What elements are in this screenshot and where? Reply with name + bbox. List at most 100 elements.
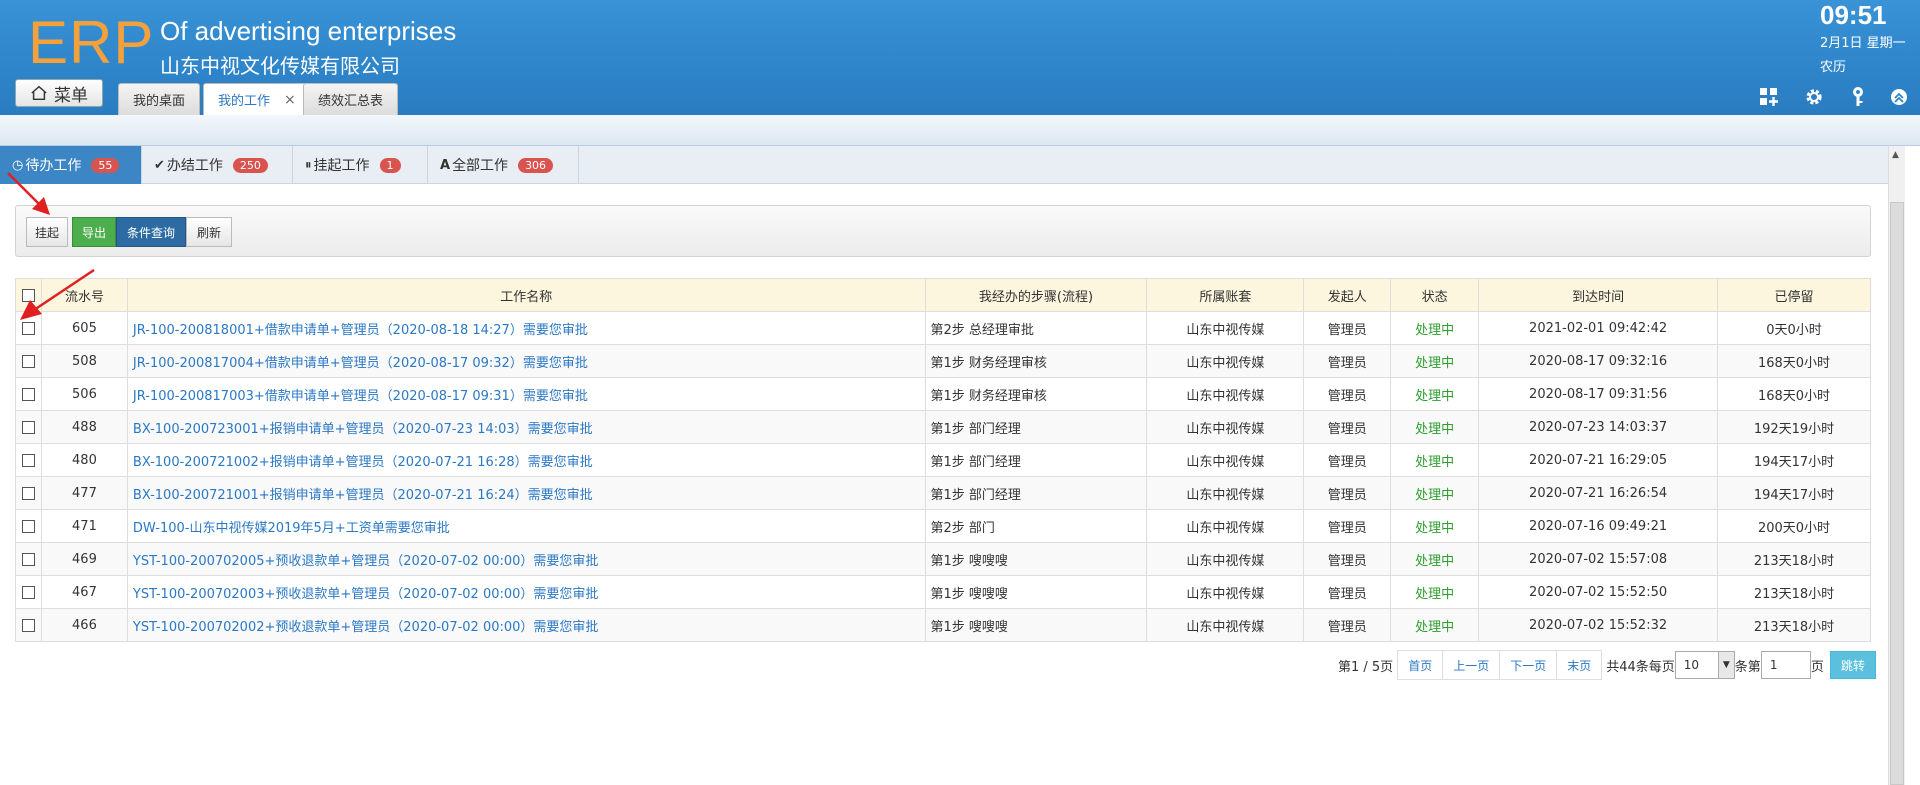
step-cell: 第1步 部门经理 — [924, 476, 1148, 510]
column-header[interactable]: 发起人 — [1303, 278, 1392, 312]
prev-page-button[interactable]: 上一页 — [1442, 650, 1501, 680]
table-row[interactable]: 467 YST-100-200702003+预收退款单+管理员（2020-07-0… — [15, 575, 1871, 609]
total-label: 共44条每页 — [1606, 659, 1675, 675]
row-checkbox[interactable] — [21, 618, 35, 632]
key-icon[interactable] — [1847, 86, 1869, 108]
go-button[interactable]: 跳转 — [1829, 651, 1876, 679]
table-row[interactable]: 477 BX-100-200721001+报销申请单+管理员（2020-07-21… — [15, 476, 1871, 510]
stay-duration-cell: 194天17小时 — [1717, 476, 1871, 510]
row-checkbox[interactable] — [21, 585, 35, 599]
column-header[interactable]: 我经办的步骤(流程) — [924, 278, 1148, 312]
account-cell: 山东中视传媒 — [1146, 443, 1305, 477]
column-header[interactable]: 所属账套 — [1146, 278, 1305, 312]
arrival-time-cell: 2020-07-02 15:57:08 — [1478, 542, 1719, 576]
per-page-select[interactable]: 10 ▼ — [1674, 651, 1735, 679]
table-row[interactable]: 605 JR-100-200818001+借款申请单+管理员（2020-08-18… — [15, 311, 1871, 345]
refresh-button[interactable]: 刷新 — [186, 217, 232, 247]
table-row[interactable]: 488 BX-100-200723001+报销申请单+管理员（2020-07-23… — [15, 410, 1871, 444]
table-row[interactable]: 469 YST-100-200702005+预收退款单+管理员（2020-07-0… — [15, 542, 1871, 576]
work-name-link[interactable]: YST-100-200702005+预收退款单+管理员（2020-07-02 0… — [126, 542, 926, 576]
arrival-time-cell: 2020-07-02 15:52:32 — [1478, 608, 1719, 642]
table-row[interactable]: 508 JR-100-200817004+借款申请单+管理员（2020-08-17… — [15, 344, 1871, 378]
pagination: 第1 / 5页 首页 上一页 下一页 末页 共44条每页 10 ▼ 条第 1 页… — [1338, 650, 1876, 680]
table-row[interactable]: 471 DW-100-山东中视传媒2019年5月+工资单需要您审批 第2步 部门 山东… — [15, 509, 1871, 543]
page-number-input[interactable]: 1 — [1760, 651, 1811, 679]
row-checkbox[interactable] — [21, 387, 35, 401]
column-header[interactable]: 已停留 — [1717, 278, 1871, 312]
collapse-up-icon[interactable] — [1888, 86, 1910, 108]
condition-query-button[interactable]: 条件查询 — [116, 217, 186, 247]
account-cell: 山东中视传媒 — [1146, 476, 1305, 510]
tab-completed-work[interactable]: ✔ 办结工作 250 — [142, 146, 293, 184]
work-name-link[interactable]: BX-100-200723001+报销申请单+管理员（2020-07-23 14… — [126, 410, 926, 444]
status-cell: 处理中 — [1390, 608, 1480, 642]
tab-label: 我的工作 — [218, 94, 271, 109]
row-select-cell — [15, 443, 42, 477]
work-name-link[interactable]: DW-100-山东中视传媒2019年5月+工资单需要您审批 — [126, 509, 926, 543]
next-page-button[interactable]: 下一页 — [1499, 650, 1558, 680]
table-row[interactable]: 466 YST-100-200702002+预收退款单+管理员（2020-07-0… — [15, 608, 1871, 642]
work-table: 流水号 工作名称 我经办的步骤(流程) 所属账套 发起人 状态 到达时间 已停留… — [15, 278, 1871, 642]
initiator-cell: 管理员 — [1303, 377, 1392, 411]
count-badge: 55 — [91, 157, 120, 173]
column-header[interactable]: 状态 — [1390, 278, 1480, 312]
action-toolbar: 挂起 导出 条件查询 刷新 — [15, 205, 1871, 257]
arrival-time-cell: 2020-07-02 15:52:50 — [1478, 575, 1719, 609]
step-cell: 第2步 部门 — [924, 509, 1148, 543]
work-tabs: ◷ 待办工作 55 ✔ 办结工作 250 ⏸ 挂起工作 1 A 全部工作 306 — [0, 146, 1888, 184]
gear-icon[interactable] — [1803, 86, 1825, 108]
tab-my-desktop[interactable]: 我的桌面 — [118, 83, 201, 115]
row-checkbox[interactable] — [21, 354, 35, 368]
serial-number-cell: 508 — [40, 344, 128, 378]
work-name-link[interactable]: JR-100-200817003+借款申请单+管理员（2020-08-17 09… — [126, 377, 926, 411]
stay-duration-cell: 200天0小时 — [1717, 509, 1871, 543]
row-checkbox[interactable] — [21, 486, 35, 500]
serial-number-cell: 480 — [40, 443, 128, 477]
work-name-link[interactable]: JR-100-200817004+借款申请单+管理员（2020-08-17 09… — [126, 344, 926, 378]
arrival-time-cell: 2020-07-16 09:49:21 — [1478, 509, 1719, 543]
table-row[interactable]: 506 JR-100-200817003+借款申请单+管理员（2020-08-17… — [15, 377, 1871, 411]
tab-my-work[interactable]: 我的工作 × — [203, 83, 311, 115]
stay-duration-cell: 213天18小时 — [1717, 575, 1871, 609]
chevron-down-icon: ▼ — [1717, 652, 1734, 678]
tab-performance-summary[interactable]: 绩效汇总表 — [303, 83, 399, 115]
arrival-time-cell: 2020-08-17 09:32:16 — [1478, 344, 1719, 378]
tab-suspended-work[interactable]: ⏸ 挂起工作 1 — [293, 146, 428, 184]
account-cell: 山东中视传媒 — [1146, 377, 1305, 411]
work-name-link[interactable]: YST-100-200702003+预收退款单+管理员（2020-07-02 0… — [126, 575, 926, 609]
scrollbar-thumb[interactable] — [1890, 202, 1904, 785]
first-page-button[interactable]: 首页 — [1397, 650, 1444, 680]
serial-number-cell: 467 — [40, 575, 128, 609]
column-header[interactable]: 到达时间 — [1478, 278, 1719, 312]
step-cell: 第1步 财务经理审核 — [924, 377, 1148, 411]
menu-button[interactable]: 菜单 — [15, 79, 103, 107]
close-icon[interactable]: × — [284, 92, 296, 108]
tab-all-work[interactable]: A 全部工作 306 — [428, 146, 579, 184]
work-name-link[interactable]: BX-100-200721001+报销申请单+管理员（2020-07-21 16… — [126, 476, 926, 510]
row-checkbox[interactable] — [21, 552, 35, 566]
row-checkbox[interactable] — [21, 519, 35, 533]
initiator-cell: 管理员 — [1303, 476, 1392, 510]
column-header[interactable]: 工作名称 — [126, 278, 926, 312]
work-name-link[interactable]: BX-100-200721002+报销申请单+管理员（2020-07-21 16… — [126, 443, 926, 477]
scroll-up-icon[interactable]: ▲ — [1892, 150, 1899, 160]
status-cell: 处理中 — [1390, 509, 1480, 543]
work-name-link[interactable]: JR-100-200818001+借款申请单+管理员（2020-08-18 14… — [126, 311, 926, 345]
step-cell: 第1步 嗖嗖嗖 — [924, 608, 1148, 642]
all-icon: A — [440, 157, 451, 173]
erp-logo: ERP — [28, 9, 155, 76]
serial-number-cell: 477 — [40, 476, 128, 510]
serial-number-cell: 466 — [40, 608, 128, 642]
grid-add-icon[interactable] — [1758, 86, 1780, 108]
work-name-link[interactable]: YST-100-200702002+预收退款单+管理员（2020-07-02 0… — [126, 608, 926, 642]
vertical-scrollbar[interactable]: ▲ — [1888, 146, 1905, 785]
table-row[interactable]: 480 BX-100-200721002+报销申请单+管理员（2020-07-21… — [15, 443, 1871, 477]
last-page-button[interactable]: 末页 — [1556, 650, 1603, 680]
step-cell: 第1步 部门经理 — [924, 410, 1148, 444]
export-button[interactable]: 导出 — [72, 217, 116, 247]
sub-header-band — [0, 115, 1920, 146]
row-checkbox[interactable] — [21, 453, 35, 467]
serial-number-cell: 488 — [40, 410, 128, 444]
initiator-cell: 管理员 — [1303, 443, 1392, 477]
row-checkbox[interactable] — [21, 420, 35, 434]
